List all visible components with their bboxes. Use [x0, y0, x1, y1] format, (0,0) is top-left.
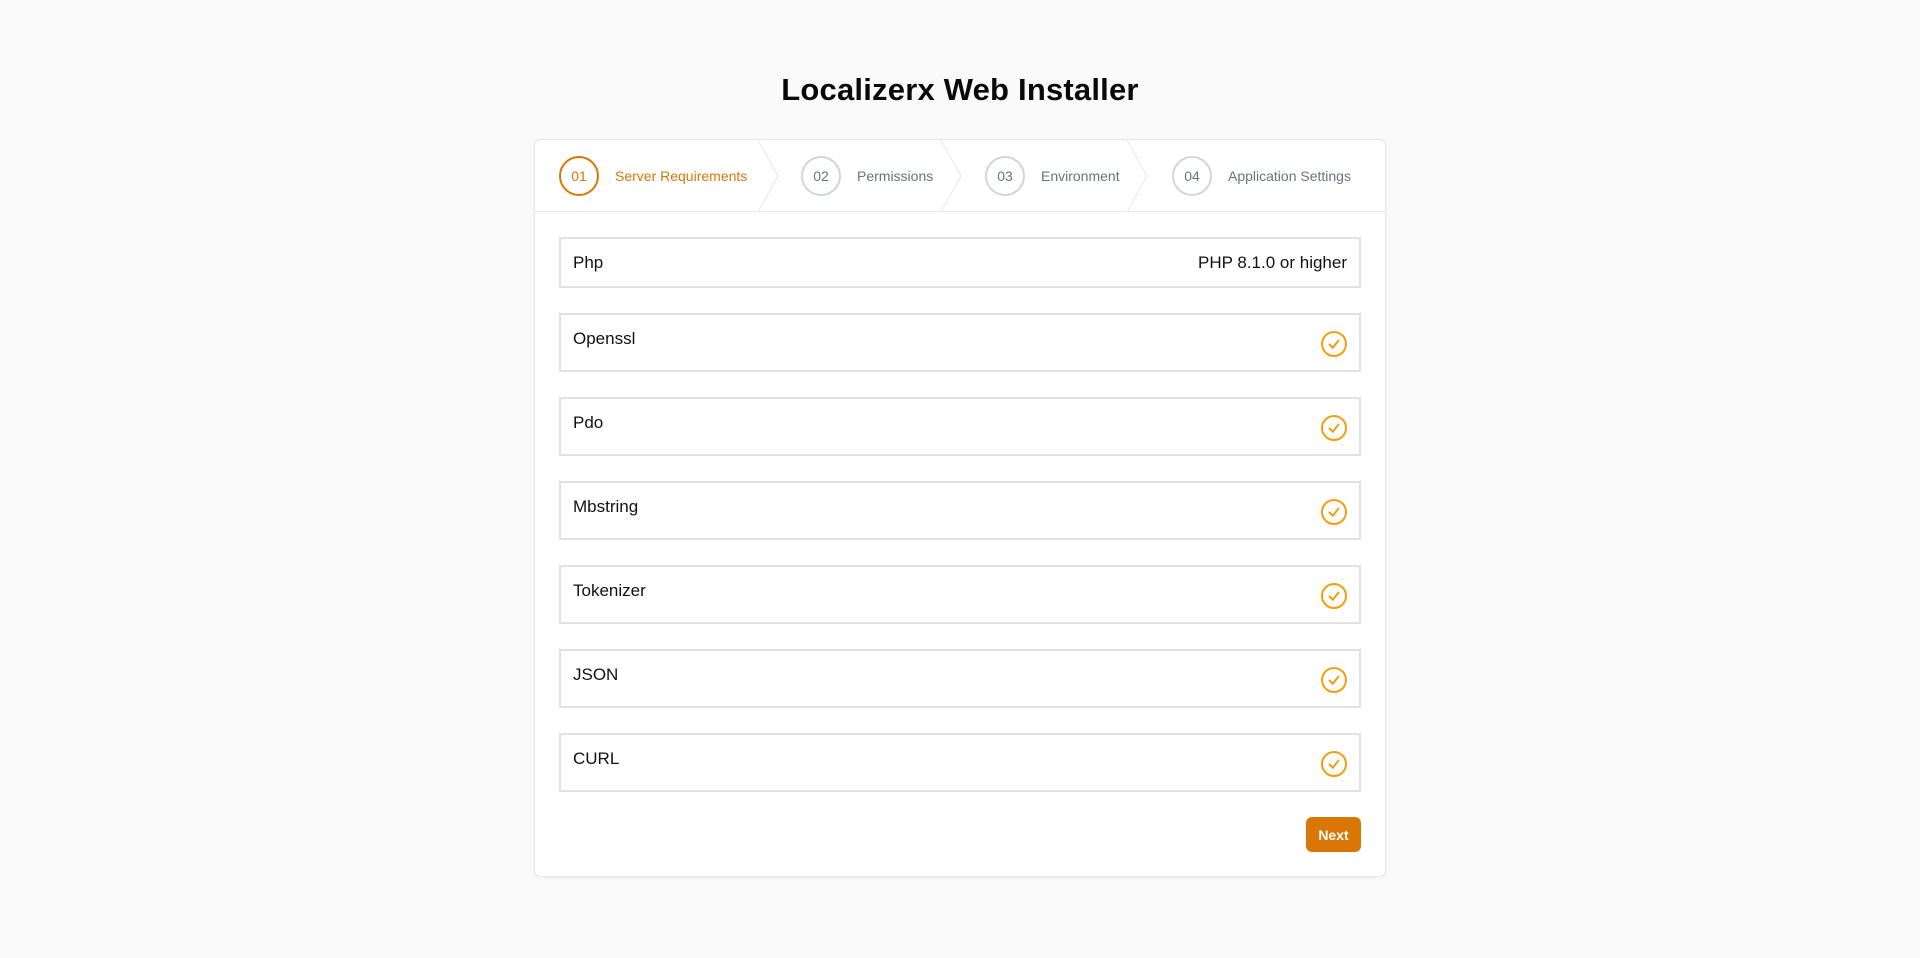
- requirement-version: PHP 8.1.0 or higher: [1198, 253, 1347, 272]
- requirement-row-json: JSON: [559, 649, 1361, 708]
- requirement-row-curl: CURL: [559, 733, 1361, 792]
- step-application-settings[interactable]: 04 Application Settings: [1172, 140, 1351, 212]
- step-separator-icon: [758, 140, 779, 212]
- step-separator-icon: [941, 140, 962, 212]
- requirement-name: Openssl: [573, 329, 636, 348]
- requirement-row-mbstring: Mbstring: [559, 481, 1361, 540]
- requirement-name: Mbstring: [573, 497, 639, 516]
- stepper: 01 Server Requirements 02 Permissions 03…: [535, 140, 1385, 212]
- requirement-name: Php: [573, 253, 604, 272]
- step-number: 03: [985, 156, 1025, 196]
- requirement-row-pdo: Pdo: [559, 397, 1361, 456]
- requirement-row-openssl: Openssl: [559, 313, 1361, 372]
- check-icon: [1321, 415, 1347, 441]
- page-title: Localizerx Web Installer: [781, 72, 1139, 107]
- step-permissions[interactable]: 02 Permissions: [801, 140, 933, 212]
- requirement-row-php: Php PHP 8.1.0 or higher: [559, 237, 1361, 288]
- step-separator-icon: [1127, 140, 1148, 212]
- check-icon: [1321, 751, 1347, 777]
- check-icon: [1321, 583, 1347, 609]
- requirement-name: JSON: [573, 665, 619, 684]
- step-environment[interactable]: 03 Environment: [985, 140, 1120, 212]
- step-label: Application Settings: [1228, 168, 1351, 184]
- step-label: Environment: [1041, 168, 1120, 184]
- requirement-name: CURL: [573, 749, 620, 768]
- step-server-requirements[interactable]: 01 Server Requirements: [559, 140, 747, 212]
- step-number: 02: [801, 156, 841, 196]
- requirement-row-tokenizer: Tokenizer: [559, 565, 1361, 624]
- step-number: 01: [559, 156, 599, 196]
- installer-card: 01 Server Requirements 02 Permissions 03…: [534, 139, 1386, 877]
- step-number: 04: [1172, 156, 1212, 196]
- requirement-name: Pdo: [573, 413, 604, 432]
- check-icon: [1321, 499, 1347, 525]
- next-button[interactable]: Next: [1306, 817, 1361, 852]
- requirement-name: Tokenizer: [573, 581, 646, 600]
- check-icon: [1321, 667, 1347, 693]
- check-icon: [1321, 331, 1347, 357]
- step-label: Server Requirements: [615, 168, 748, 184]
- step-label: Permissions: [857, 168, 934, 184]
